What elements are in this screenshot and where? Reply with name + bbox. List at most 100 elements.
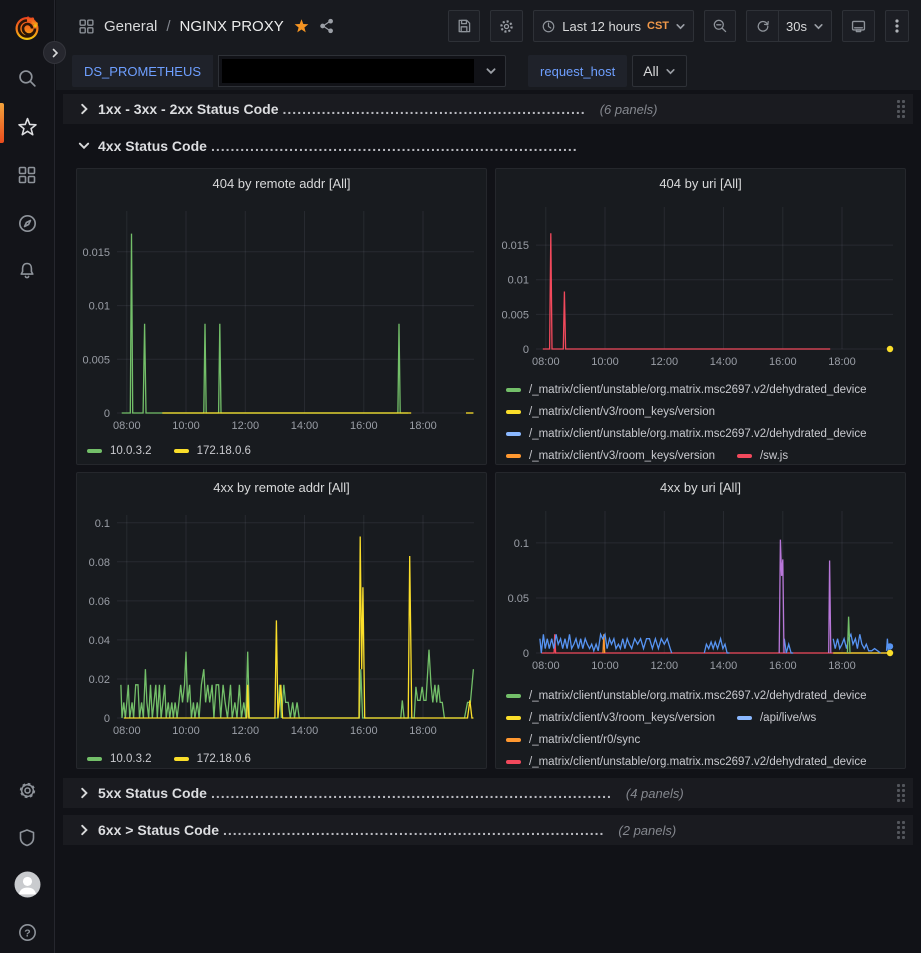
kebab-menu-icon bbox=[890, 18, 904, 34]
legend-label: /api/live/ws bbox=[760, 712, 816, 724]
legend-item[interactable]: 10.0.3.2 bbox=[87, 753, 152, 765]
chevron-down-icon bbox=[813, 21, 824, 32]
svg-text:12:00: 12:00 bbox=[651, 660, 679, 672]
more-options-button[interactable] bbox=[885, 10, 909, 42]
legend-item[interactable]: /_matrix/client/r0/sync bbox=[506, 734, 640, 746]
legend-item[interactable]: /sw.js bbox=[737, 450, 788, 462]
legend-item[interactable]: /_matrix/client/v3/room_keys/version bbox=[506, 712, 715, 724]
row-drag-handle[interactable] bbox=[897, 821, 905, 839]
row-header-5xx[interactable]: 5xx Status Code ........................… bbox=[63, 778, 913, 808]
row-panel-count: (2 panels) bbox=[618, 823, 676, 838]
legend-swatch bbox=[506, 410, 521, 414]
legend-item[interactable]: 10.0.3.2 bbox=[87, 445, 152, 457]
dashboard-title[interactable]: NGINX PROXY bbox=[180, 18, 284, 35]
row-leader-dots: ........................................… bbox=[223, 822, 604, 838]
svg-text:10:00: 10:00 bbox=[172, 420, 200, 432]
refresh-icon bbox=[755, 18, 771, 34]
row-header-1xx-3xx-2xx[interactable]: 1xx - 3xx - 2xx Status Code ............… bbox=[63, 94, 913, 124]
chart-404-by-remote-addr[interactable]: 08:0010:0012:0014:0016:0018:0000.0050.01… bbox=[77, 197, 486, 438]
timezone-label: CST bbox=[647, 20, 669, 32]
svg-text:0.02: 0.02 bbox=[89, 674, 110, 686]
svg-text:?: ? bbox=[24, 927, 30, 939]
favorite-star-icon[interactable] bbox=[293, 18, 310, 35]
row-drag-handle[interactable] bbox=[897, 100, 905, 118]
share-icon[interactable] bbox=[319, 18, 335, 34]
dashboards-grid-icon bbox=[17, 165, 37, 185]
svg-text:08:00: 08:00 bbox=[113, 420, 141, 432]
svg-text:18:00: 18:00 bbox=[409, 420, 437, 432]
sidebar-item-server-admin[interactable] bbox=[0, 817, 54, 857]
legend-swatch bbox=[174, 757, 189, 761]
svg-text:0.015: 0.015 bbox=[82, 247, 110, 259]
sidebar-item-configuration[interactable] bbox=[0, 770, 54, 810]
chevron-down-icon bbox=[78, 140, 90, 152]
refresh-group: 30s bbox=[746, 10, 832, 42]
datasource-dropdown[interactable] bbox=[218, 55, 506, 87]
svg-text:08:00: 08:00 bbox=[532, 660, 560, 672]
panel-title[interactable]: 404 by uri [All] bbox=[496, 169, 905, 197]
dashboard-canvas: 1xx - 3xx - 2xx Status Code ............… bbox=[56, 90, 921, 953]
sidebar-item-dashboards[interactable] bbox=[0, 155, 54, 195]
chevron-down-icon bbox=[665, 66, 676, 77]
sidebar-item-help[interactable]: ? bbox=[0, 912, 54, 952]
svg-text:14:00: 14:00 bbox=[710, 356, 738, 368]
sidebar-item-search[interactable] bbox=[0, 58, 54, 98]
save-dashboard-button[interactable] bbox=[448, 10, 480, 42]
panel-4xx-by-remote-addr: 4xx by remote addr [All] 08:0010:0012:00… bbox=[76, 472, 487, 769]
datasource-value-redacted bbox=[222, 59, 474, 83]
chevron-down-icon bbox=[675, 21, 686, 32]
svg-text:10:00: 10:00 bbox=[172, 725, 200, 737]
request-host-dropdown[interactable]: All bbox=[632, 55, 687, 87]
refresh-interval-dropdown[interactable]: 30s bbox=[778, 10, 832, 42]
legend-item[interactable]: /api/live/ws bbox=[737, 712, 816, 724]
svg-text:10:00: 10:00 bbox=[591, 660, 619, 672]
dashboard-settings-button[interactable] bbox=[490, 10, 523, 42]
svg-text:12:00: 12:00 bbox=[232, 725, 260, 737]
legend-item[interactable]: /_matrix/client/v3/room_keys/version bbox=[506, 450, 715, 462]
legend-swatch bbox=[737, 454, 752, 458]
chevron-right-icon bbox=[78, 103, 90, 115]
svg-text:16:00: 16:00 bbox=[350, 420, 378, 432]
chart-404-by-uri[interactable]: 08:0010:0012:0014:0016:0018:0000.0050.01… bbox=[496, 197, 905, 377]
chart-4xx-by-uri[interactable]: 08:0010:0012:0014:0016:0018:0000.050.1 bbox=[496, 501, 905, 683]
legend-item[interactable]: /_matrix/client/unstable/org.matrix.msc2… bbox=[506, 756, 867, 768]
panel-title[interactable]: 4xx by uri [All] bbox=[496, 473, 905, 501]
sidebar-expand-button[interactable] bbox=[43, 41, 66, 64]
legend-item[interactable]: 172.18.0.6 bbox=[174, 445, 251, 457]
sidebar-item-starred[interactable] bbox=[0, 107, 54, 147]
active-indicator bbox=[0, 103, 4, 143]
kiosk-mode-button[interactable] bbox=[842, 10, 875, 42]
sidebar-item-explore[interactable] bbox=[0, 203, 54, 243]
gear-icon bbox=[17, 780, 38, 801]
grafana-logo-icon[interactable] bbox=[0, 8, 54, 48]
row-header-4xx[interactable]: 4xx Status Code ........................… bbox=[63, 131, 913, 161]
legend-item[interactable]: /_matrix/client/unstable/org.matrix.msc2… bbox=[506, 690, 867, 702]
sidebar-item-alerting[interactable] bbox=[0, 250, 54, 290]
svg-text:16:00: 16:00 bbox=[769, 356, 797, 368]
zoom-out-button[interactable] bbox=[704, 10, 736, 42]
sidebar-item-user-profile[interactable] bbox=[0, 864, 54, 904]
time-range-picker[interactable]: Last 12 hours CST bbox=[533, 10, 694, 42]
legend-item[interactable]: /_matrix/client/unstable/org.matrix.msc2… bbox=[506, 384, 867, 396]
panel-title[interactable]: 404 by remote addr [All] bbox=[77, 169, 486, 197]
legend-swatch bbox=[506, 454, 521, 458]
refresh-interval-label: 30s bbox=[786, 19, 807, 34]
row-drag-handle[interactable] bbox=[897, 784, 905, 802]
row-header-6xx[interactable]: 6xx > Status Code ......................… bbox=[63, 815, 913, 845]
legend-swatch bbox=[506, 716, 521, 720]
compass-icon bbox=[17, 213, 38, 234]
panel-legend: 10.0.3.2 172.18.0.6 bbox=[77, 438, 486, 462]
row-leader-dots: ........................................… bbox=[211, 138, 578, 154]
chevron-down-icon bbox=[485, 65, 497, 77]
breadcrumb-section[interactable]: General bbox=[104, 18, 157, 35]
legend-swatch bbox=[87, 449, 102, 453]
svg-text:0: 0 bbox=[104, 713, 110, 725]
refresh-button[interactable] bbox=[746, 10, 778, 42]
svg-text:14:00: 14:00 bbox=[710, 660, 738, 672]
legend-item[interactable]: /_matrix/client/v3/room_keys/version bbox=[506, 406, 715, 418]
help-icon: ? bbox=[17, 922, 38, 943]
chart-4xx-by-remote-addr[interactable]: 08:0010:0012:0014:0016:0018:0000.020.040… bbox=[77, 501, 486, 746]
panel-title[interactable]: 4xx by remote addr [All] bbox=[77, 473, 486, 501]
legend-item[interactable]: 172.18.0.6 bbox=[174, 753, 251, 765]
legend-item[interactable]: /_matrix/client/unstable/org.matrix.msc2… bbox=[506, 428, 867, 440]
